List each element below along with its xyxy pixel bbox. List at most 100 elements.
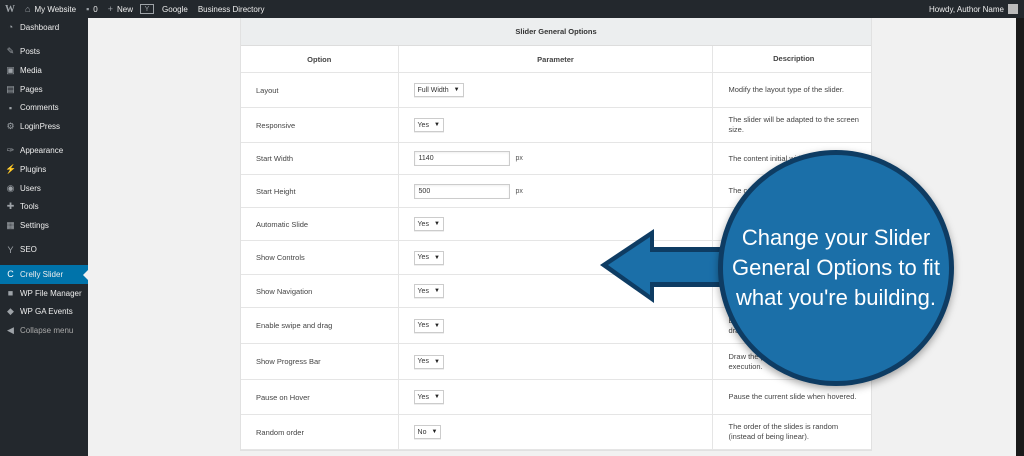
admin-bar: W ⌂ My Website ▪ 0 + New Y Google Busine… <box>0 0 1024 18</box>
table-row: Random order No ▼ The order of the slides i… <box>241 415 871 450</box>
parameter-cell: Yes ▼ <box>399 108 714 142</box>
chevron-down-icon: ▼ <box>433 221 440 227</box>
sidebar-item-label: LoginPress <box>20 121 61 131</box>
parameter-cell: No ▼ <box>399 415 714 449</box>
sidebar-item-crelly-slider[interactable]: C Crelly Slider <box>0 265 88 284</box>
site-name-label: My Website <box>34 4 77 14</box>
sidebar-item-collapse-menu[interactable]: ◀ Collapse menu <box>0 321 88 340</box>
chevron-down-icon: ▼ <box>433 394 440 400</box>
sidebar-item-label: Settings <box>20 220 49 230</box>
parameter-select[interactable]: Yes ▼ <box>413 318 444 333</box>
yoast-icon: Y <box>7 244 14 255</box>
header-parameter: Parameter <box>399 46 714 72</box>
sidebar-item-pages[interactable]: ▤ Pages <box>0 80 88 99</box>
table-header-row: Option Parameter Description <box>241 46 871 73</box>
chevron-down-icon: ▼ <box>433 254 440 261</box>
select-value: Yes <box>417 254 429 261</box>
sidebar-item-loginpress[interactable]: ⚙ LoginPress <box>0 117 88 136</box>
dashboard-icon: ◔ <box>7 22 14 33</box>
chevron-down-icon: ▼ <box>433 358 440 365</box>
site-name-link[interactable]: ⌂ My Website <box>20 0 81 18</box>
option-label: Start Width <box>241 143 399 174</box>
sidebar-item-label: WP File Manager <box>20 288 82 298</box>
collapse-icon: ◀ <box>7 324 14 335</box>
parameter-select[interactable]: Yes ▼ <box>413 284 444 298</box>
option-label: Start Height <box>241 175 399 207</box>
new-label: New <box>117 4 134 14</box>
gear-icon: ⚙ <box>6 120 15 131</box>
plug-icon: ⚡ <box>5 163 17 174</box>
brush-icon: ✑ <box>6 145 15 156</box>
callout-text: Change your Slider General Options to fi… <box>732 225 940 310</box>
option-description: The order of the slides is random (inste… <box>728 422 839 441</box>
option-label: Show Controls <box>241 241 399 274</box>
crelly-icon: C <box>7 269 14 280</box>
parameter-select[interactable]: Full Width ▼ <box>413 83 464 97</box>
select-value: Yes <box>417 322 429 329</box>
select-value: Yes <box>417 220 429 228</box>
select-value: Yes <box>417 393 429 401</box>
header-option: Option <box>241 46 399 72</box>
comment-icon: ▪ <box>8 102 13 113</box>
sidebar-item-label: Posts <box>20 47 41 57</box>
unit-label: px <box>515 155 523 162</box>
parameter-input[interactable]: 500 <box>413 183 510 199</box>
table-caption: Slider General Options <box>241 18 871 46</box>
new-content-link[interactable]: + New <box>103 0 138 18</box>
sidebar-item-wp-file-manager[interactable]: ■ WP File Manager <box>0 284 88 303</box>
user-icon: ◉ <box>6 182 15 193</box>
avatar <box>1008 4 1018 14</box>
comments-count: 0 <box>93 4 98 14</box>
select-value: Yes <box>417 287 429 295</box>
select-value: Yes <box>417 121 429 129</box>
option-label: Responsive <box>241 108 399 142</box>
unit-label: px <box>515 187 523 195</box>
sidebar-item-label: Comments <box>20 103 59 113</box>
sidebar-item-plugins[interactable]: ⚡ Plugins <box>0 160 88 179</box>
chevron-down-icon: ▼ <box>431 429 438 435</box>
sidebar-item-comments[interactable]: ▪ Comments <box>0 98 88 117</box>
sidebar-item-label: Appearance <box>20 146 64 156</box>
sidebar-item-appearance[interactable]: ✑ Appearance <box>0 142 88 161</box>
sidebar-item-users[interactable]: ◉ Users <box>0 179 88 198</box>
sidebar-item-label: Crelly Slider <box>20 269 64 279</box>
parameter-input[interactable]: 1140 <box>413 151 510 166</box>
sidebar-item-seo[interactable]: Y SEO <box>0 241 88 260</box>
header-description: Description <box>773 54 815 63</box>
google-link[interactable]: Google <box>157 0 193 18</box>
sidebar-item-label: Plugins <box>20 164 47 174</box>
sidebar-item-settings[interactable]: ▦ Settings <box>0 216 88 235</box>
parameter-select[interactable]: Yes ▼ <box>413 250 444 265</box>
parameter-select[interactable]: Yes ▼ <box>413 217 444 231</box>
parameter-cell: Yes ▼ <box>399 344 714 379</box>
parameter-select[interactable]: Yes ▼ <box>413 390 444 404</box>
option-label: Pause on Hover <box>241 380 399 414</box>
business-directory-link[interactable]: Business Directory <box>193 0 270 18</box>
comment-bubble-icon: ▪ <box>86 4 90 14</box>
chevron-down-icon: ▼ <box>433 122 440 128</box>
sidebar-item-wp-ga-events[interactable]: ◆ WP GA Events <box>0 302 88 321</box>
table-row: Layout Full Width ▼ Modify the layout type … <box>241 73 871 108</box>
option-label: Show Navigation <box>241 275 399 307</box>
sidebar-item-label: Collapse menu <box>20 325 74 335</box>
google-label: Google <box>162 4 188 14</box>
yoast-seo-icon[interactable]: Y <box>140 4 155 14</box>
parameter-select[interactable]: Yes ▼ <box>413 354 444 369</box>
page-icon: ▤ <box>6 83 15 94</box>
select-value: Yes <box>417 358 429 365</box>
parameter-select[interactable]: No ▼ <box>413 425 442 439</box>
comments-link[interactable]: ▪ 0 <box>81 0 103 18</box>
parameter-select[interactable]: Yes ▼ <box>413 118 444 132</box>
option-label: Show Progress Bar <box>241 344 399 379</box>
sidebar-item-dashboard[interactable]: ◔ Dashboard <box>0 18 88 37</box>
option-label: Layout <box>241 73 399 107</box>
sidebar-item-posts[interactable]: ✎ Posts <box>0 43 88 62</box>
sidebar-item-media[interactable]: ▣ Media <box>0 61 88 80</box>
parameter-cell: 500 px <box>399 175 714 207</box>
admin-sidebar: ◔ Dashboard ✎ Posts ▣ Media ▤ Pages ▪ Comments ⚙ Lo… <box>0 18 88 456</box>
wordpress-logo-icon[interactable]: W <box>0 0 20 18</box>
folder-icon: ■ <box>7 288 14 299</box>
account-menu[interactable]: Howdy, Author Name <box>929 4 1024 14</box>
option-label: Random order <box>241 415 399 449</box>
sidebar-item-tools[interactable]: ✚ Tools <box>0 197 88 216</box>
